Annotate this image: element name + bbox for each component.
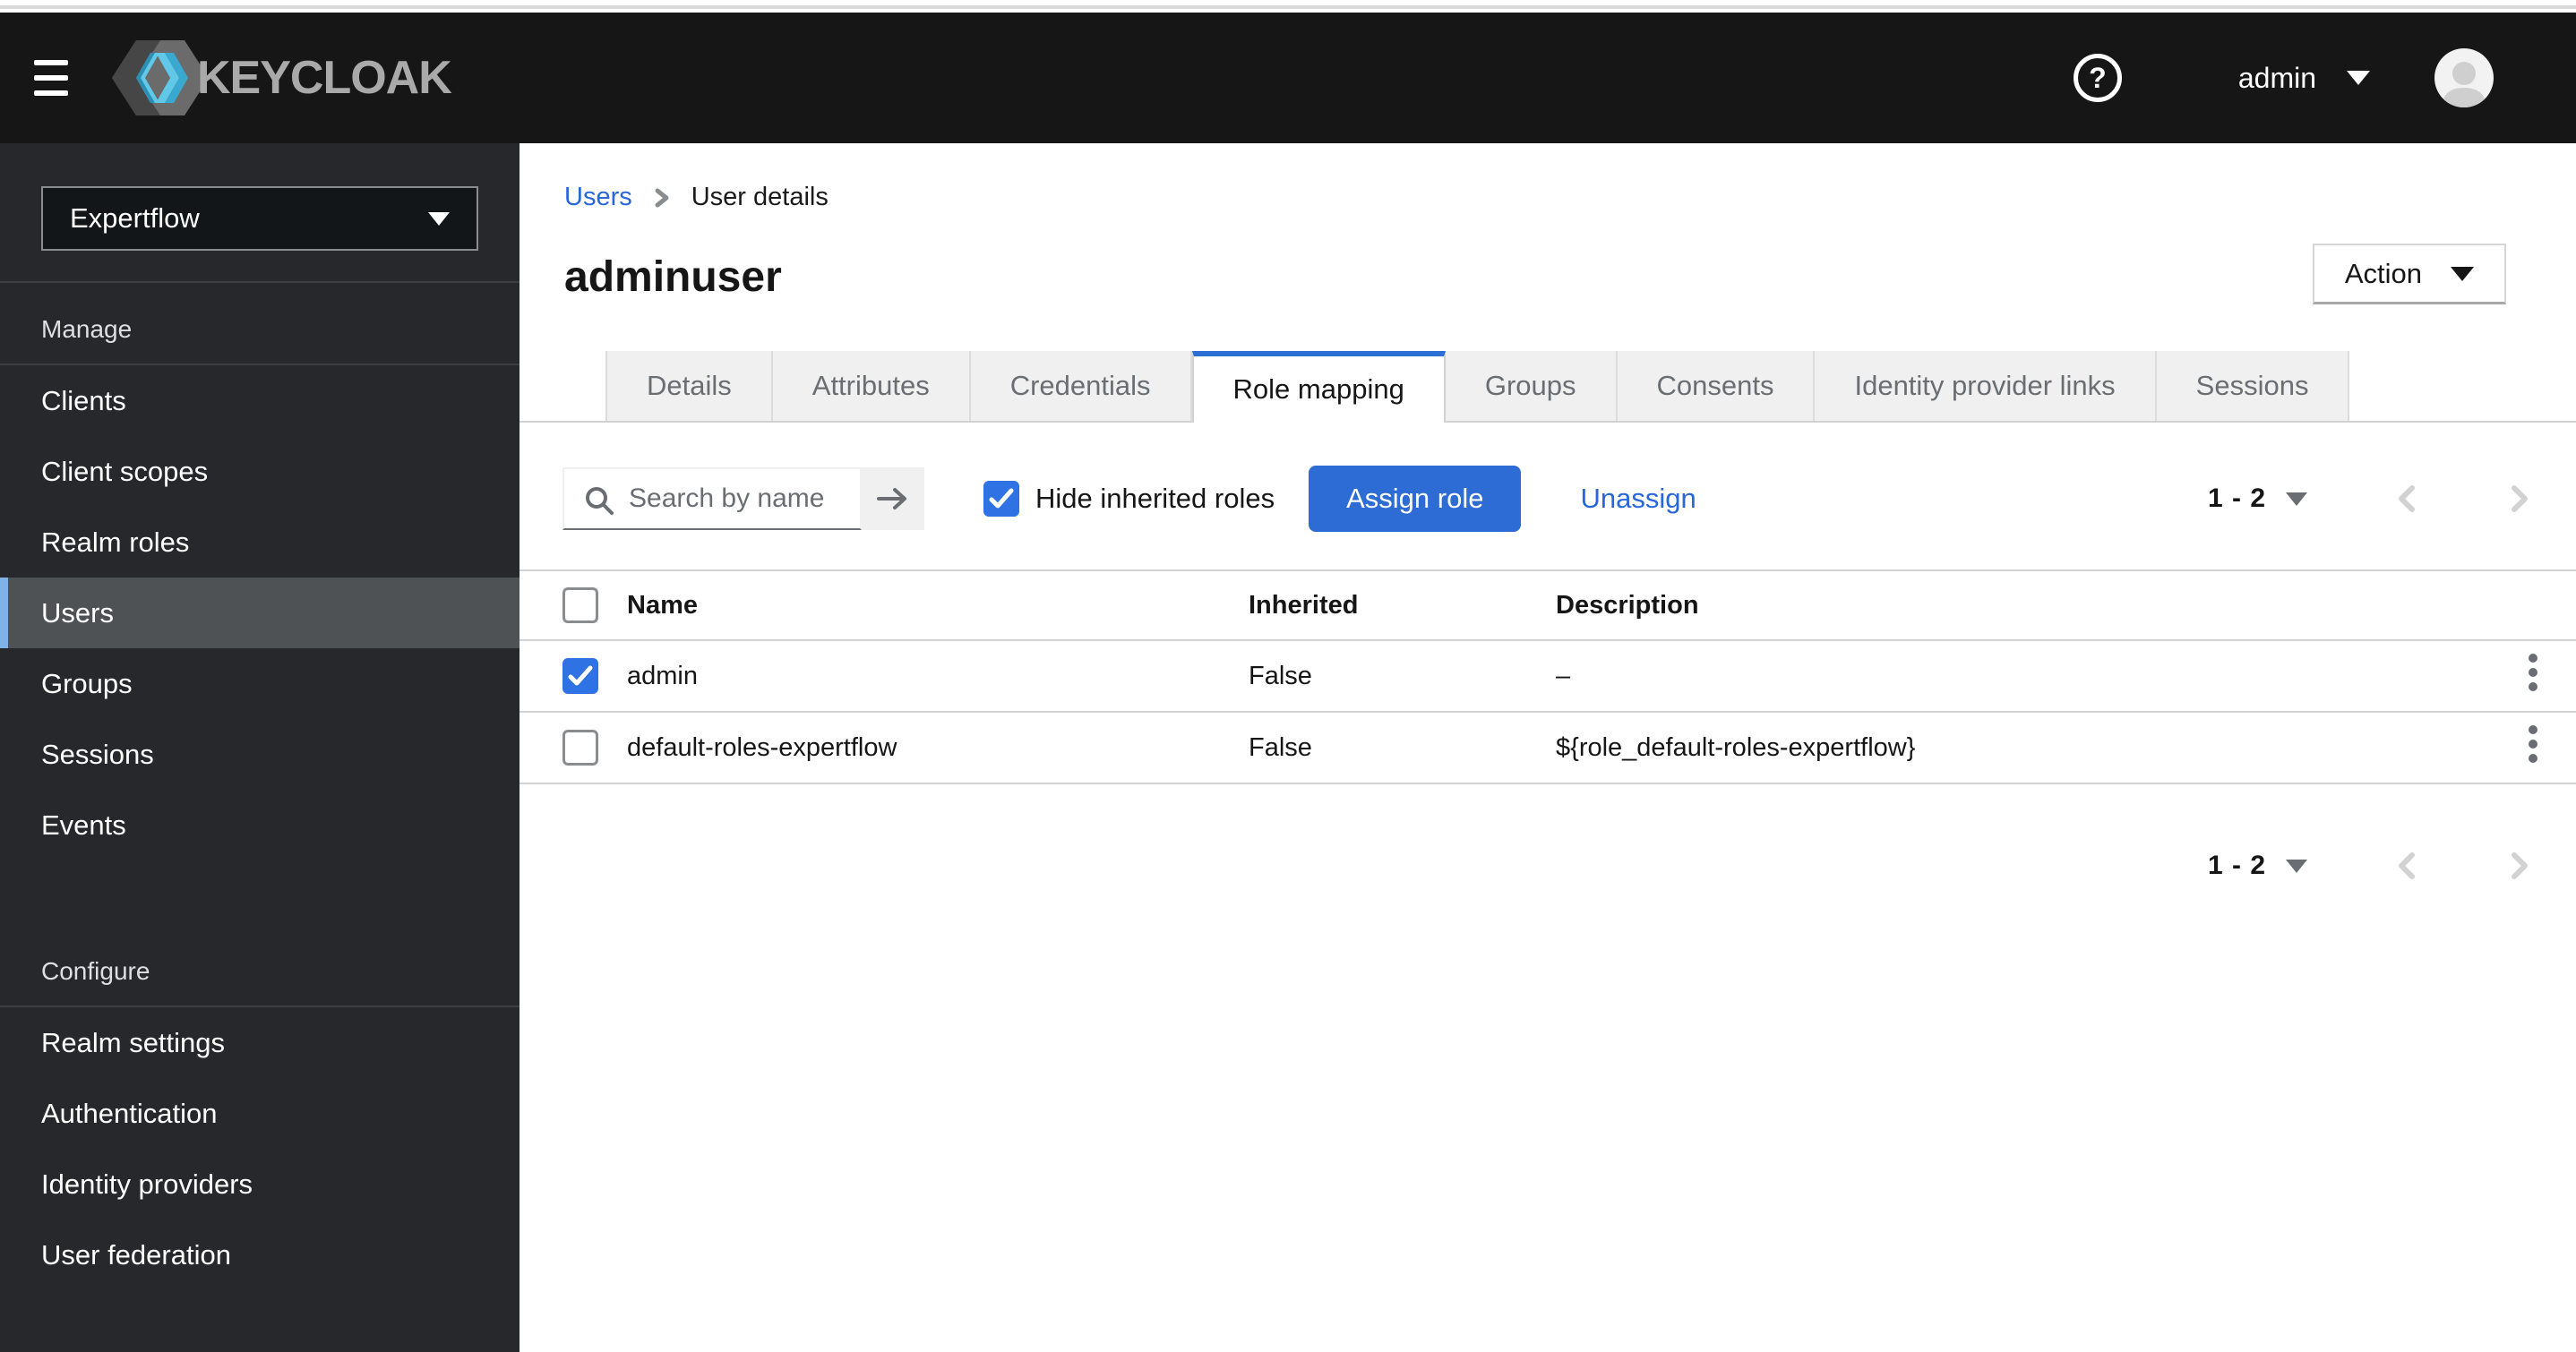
- column-header-inherited: Inherited: [1249, 590, 1359, 620]
- row-checkbox[interactable]: [562, 730, 598, 766]
- avatar[interactable]: [2434, 48, 2494, 107]
- sidebar-item-realm-roles[interactable]: Realm roles: [0, 507, 519, 578]
- assign-role-button[interactable]: Assign role: [1309, 466, 1522, 532]
- chevron-down-icon: [2347, 71, 2370, 85]
- tab-groups[interactable]: Groups: [1445, 351, 1618, 421]
- previous-page-chevron-left-icon[interactable]: [2393, 481, 2420, 517]
- main-content: Users User details adminuser Action Deta…: [519, 143, 2576, 1352]
- role-name: admin: [627, 661, 698, 690]
- previous-page-chevron-left-icon[interactable]: [2393, 848, 2420, 884]
- tab-credentials[interactable]: Credentials: [970, 351, 1192, 421]
- table-header-row: Name Inherited Description: [519, 569, 2576, 641]
- sidebar-item-realm-settings[interactable]: Realm settings: [0, 1007, 519, 1078]
- roles-toolbar: Search by name Hide inherited roles Assi…: [562, 458, 2533, 539]
- search-placeholder: Search by name: [629, 483, 825, 513]
- realm-selector-dropdown[interactable]: Expertflow: [41, 186, 478, 251]
- unassign-link[interactable]: Unassign: [1580, 483, 1696, 515]
- breadcrumb-users-link[interactable]: Users: [564, 183, 632, 212]
- role-mapping-table: Name Inherited Description admin False –: [519, 569, 2576, 784]
- row-kebab-menu-icon[interactable]: [2522, 647, 2544, 705]
- keycloak-logo: KEYCLOAK: [111, 35, 452, 121]
- chevron-down-icon: [428, 211, 450, 226]
- help-icon[interactable]: ?: [2073, 54, 2122, 102]
- row-checkbox[interactable]: [562, 658, 598, 694]
- sidebar-item-identity-providers[interactable]: Identity providers: [0, 1149, 519, 1219]
- breadcrumb: Users User details: [564, 183, 829, 212]
- search-icon: [582, 483, 616, 522]
- tabs-bar: Details Attributes Credentials Role mapp…: [519, 351, 2576, 423]
- tab-identity-provider-links[interactable]: Identity provider links: [1815, 351, 2157, 421]
- pagination-top: 1 - 2: [2208, 481, 2533, 517]
- nav-group-label-configure: Configure: [41, 957, 150, 985]
- tab-attributes[interactable]: Attributes: [772, 351, 971, 421]
- tab-consents[interactable]: Consents: [1617, 351, 1816, 421]
- next-page-chevron-right-icon[interactable]: [2506, 848, 2533, 884]
- sidebar-item-users[interactable]: Users: [0, 578, 519, 648]
- hide-inherited-roles-checkbox[interactable]: [983, 481, 1019, 517]
- pagination-range: 1 - 2: [2207, 851, 2266, 880]
- role-name: default-roles-expertflow: [627, 732, 897, 762]
- sidebar-item-client-scopes[interactable]: Client scopes: [0, 436, 519, 507]
- sidebar: Expertflow Manage Clients Client scopes …: [0, 143, 519, 1352]
- pagination-options-chevron-down-icon[interactable]: [2286, 492, 2307, 506]
- keycloak-logo-icon: [112, 40, 209, 116]
- person-icon: [2442, 62, 2486, 107]
- pagination-options-chevron-down-icon[interactable]: [2286, 859, 2307, 873]
- nav-toggle-hamburger-icon[interactable]: [34, 60, 68, 96]
- column-header-description: Description: [1556, 590, 1699, 620]
- role-description: –: [1556, 661, 1571, 690]
- table-row-admin: admin False –: [519, 641, 2576, 713]
- sidebar-item-user-federation[interactable]: User federation: [0, 1219, 519, 1290]
- brand-text: KEYCLOAK: [197, 52, 452, 104]
- column-header-name: Name: [627, 590, 698, 620]
- realm-name: Expertflow: [70, 202, 200, 234]
- chevron-right-icon: [652, 184, 672, 211]
- hide-inherited-roles-label[interactable]: Hide inherited roles: [1035, 483, 1275, 515]
- table-row-default-roles: default-roles-expertflow False ${role_de…: [519, 713, 2576, 784]
- chevron-down-icon: [2451, 266, 2474, 281]
- sidebar-item-authentication[interactable]: Authentication: [0, 1078, 519, 1149]
- row-kebab-menu-icon[interactable]: [2522, 719, 2544, 776]
- check-icon: [568, 665, 593, 686]
- arrow-right-icon: [877, 488, 906, 509]
- role-inherited: False: [1249, 732, 1312, 762]
- tab-role-mapping[interactable]: Role mapping: [1191, 351, 1446, 423]
- pagination-bottom: 1 - 2: [2208, 834, 2533, 897]
- user-menu-dropdown[interactable]: admin: [2238, 62, 2370, 95]
- sidebar-item-clients[interactable]: Clients: [0, 365, 519, 436]
- sidebar-item-sessions[interactable]: Sessions: [0, 719, 519, 790]
- sidebar-item-groups[interactable]: Groups: [0, 648, 519, 719]
- browser-top-strip: [0, 0, 2576, 9]
- search-submit-button[interactable]: [862, 467, 924, 530]
- role-inherited: False: [1249, 661, 1312, 690]
- action-dropdown-button[interactable]: Action: [2312, 244, 2506, 304]
- tab-sessions[interactable]: Sessions: [2156, 351, 2350, 421]
- breadcrumb-current: User details: [691, 183, 829, 211]
- check-icon: [989, 488, 1014, 509]
- role-description: ${role_default-roles-expertflow}: [1556, 732, 1916, 762]
- nav-section-gap: [0, 860, 519, 925]
- sidebar-item-events[interactable]: Events: [0, 790, 519, 860]
- select-all-checkbox[interactable]: [562, 587, 598, 623]
- nav-group-label-manage: Manage: [41, 315, 133, 343]
- masthead: KEYCLOAK ? admin: [0, 13, 2576, 143]
- pagination-range: 1 - 2: [2207, 483, 2266, 513]
- search-input[interactable]: Search by name: [562, 467, 862, 530]
- next-page-chevron-right-icon[interactable]: [2506, 481, 2533, 517]
- user-name: admin: [2237, 61, 2316, 94]
- tab-details[interactable]: Details: [605, 351, 773, 421]
- action-label: Action: [2344, 257, 2422, 289]
- page-title: adminuser: [564, 253, 782, 301]
